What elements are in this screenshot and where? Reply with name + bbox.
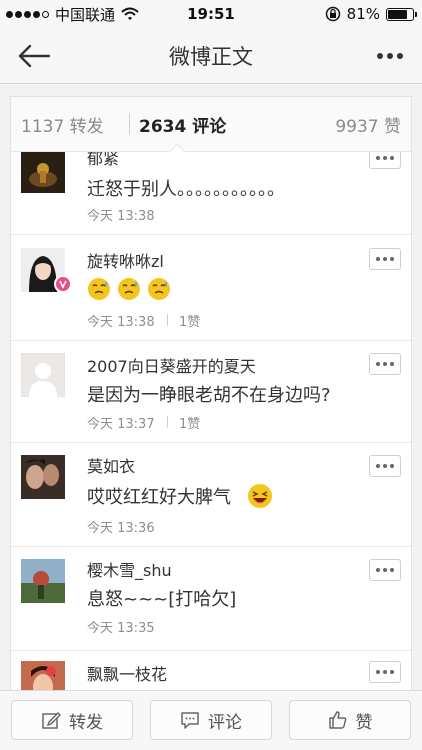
comment-item[interactable]: 飘飘一枝花 xyxy=(11,651,411,690)
avatar[interactable] xyxy=(21,149,65,193)
like-label: 赞 xyxy=(355,712,373,733)
battery-icon xyxy=(386,7,417,21)
comment-time: 今天 13:38 xyxy=(87,315,155,330)
comment-username[interactable]: 樱木雪_shu xyxy=(87,557,172,581)
comment-text: 是因为一睁眼老胡不在身边吗? xyxy=(87,385,331,406)
comment-text: 哎哎红红好大脾气 xyxy=(87,487,231,508)
comment-text: 息怒~~~[打哈欠] xyxy=(87,589,237,610)
signal-strength-icon xyxy=(6,10,49,18)
comment-time: 今天 13:36 xyxy=(87,521,155,536)
comment-more-button[interactable] xyxy=(369,559,401,581)
comment-likes[interactable]: 1赞 xyxy=(179,311,200,330)
laugh-emoji-icon xyxy=(248,484,272,508)
tab-reposts[interactable]: 1137 转发 xyxy=(21,97,104,152)
comment-time: 今天 13:37 xyxy=(87,417,155,432)
status-right: 81% xyxy=(325,0,417,28)
status-time: 19:51 xyxy=(187,5,235,23)
stats-divider xyxy=(129,113,130,135)
status-left: 中国联通 xyxy=(6,0,139,28)
comment-username[interactable]: 2007向日葵盛开的夏天 xyxy=(87,353,256,377)
page-title: 微博正文 xyxy=(169,45,253,69)
comment-item[interactable]: 旋转咻咻zl 今天 13:38 1赞 xyxy=(11,235,411,341)
repost-label: 转发 xyxy=(69,712,103,733)
comment-button[interactable]: 评论 xyxy=(150,700,272,740)
comment-label: 评论 xyxy=(208,712,242,733)
repost-button[interactable]: 转发 xyxy=(11,700,133,740)
navigation-bar: 微博正文 xyxy=(0,28,422,84)
comment-username[interactable]: 莫如衣 xyxy=(87,453,135,477)
tab-comments[interactable]: 2634 评论 xyxy=(139,97,226,152)
back-arrow-icon xyxy=(18,44,51,68)
carrier-name: 中国联通 xyxy=(55,5,116,24)
edit-icon xyxy=(42,712,61,729)
comment-item[interactable]: 樱木雪_shu 息怒~~~[打哈欠] 今天 13:35 xyxy=(11,547,411,651)
weibo-detail-content: 郁紧 迁怒于别人。。。。。。。。。。。 今天 13:38 旋转咻咻zl 今天 1… xyxy=(10,96,412,690)
battery-level-fill xyxy=(388,9,407,19)
comment-more-button[interactable] xyxy=(369,661,401,683)
battery-percent: 81% xyxy=(346,5,380,23)
comment-item[interactable]: 郁紧 迁怒于别人。。。。。。。。。。。 今天 13:38 xyxy=(11,143,411,235)
sweat-emoji-icon xyxy=(88,278,110,300)
avatar[interactable] xyxy=(21,661,65,690)
avatar[interactable] xyxy=(21,559,65,603)
thumb-up-icon xyxy=(328,711,346,729)
interaction-stats-bar: 1137 转发 2634 评论 9937 赞 xyxy=(11,97,411,161)
comment-time: 今天 13:38 xyxy=(87,209,155,224)
emoji-row xyxy=(87,277,171,301)
comment-more-button[interactable] xyxy=(369,353,401,375)
bottom-toolbar: 转发 评论 赞 xyxy=(0,690,422,750)
sweat-emoji-icon xyxy=(148,278,170,300)
comment-username[interactable]: 旋转咻咻zl xyxy=(87,248,164,272)
sweat-emoji-icon xyxy=(118,278,140,300)
lock-rotation-icon xyxy=(325,6,340,22)
back-button[interactable] xyxy=(14,38,54,74)
comment-item[interactable]: 莫如衣 哎哎红红好大脾气 今天 13:36 xyxy=(11,443,411,547)
tab-likes[interactable]: 9937 赞 xyxy=(335,97,401,152)
status-bar: 中国联通 19:51 81% xyxy=(0,0,422,28)
comment-more-button[interactable] xyxy=(369,455,401,477)
comment-time: 今天 13:35 xyxy=(87,621,155,636)
avatar[interactable] xyxy=(21,455,65,499)
verified-badge-icon xyxy=(54,275,72,293)
wifi-icon xyxy=(121,7,139,20)
comment-item[interactable]: 2007向日葵盛开的夏天 是因为一睁眼老胡不在身边吗? 今天 13:37 1赞 xyxy=(11,341,411,443)
more-options-button[interactable] xyxy=(372,38,408,74)
comment-icon xyxy=(181,712,199,729)
avatar[interactable] xyxy=(21,353,65,397)
comment-likes[interactable]: 1赞 xyxy=(179,413,200,432)
comment-text: 迁怒于别人。。。。。。。。。。。 xyxy=(87,179,285,200)
comment-username[interactable]: 飘飘一枝花 xyxy=(87,661,167,685)
like-button[interactable]: 赞 xyxy=(289,700,411,740)
more-icon xyxy=(377,53,383,59)
comment-more-button[interactable] xyxy=(369,248,401,270)
